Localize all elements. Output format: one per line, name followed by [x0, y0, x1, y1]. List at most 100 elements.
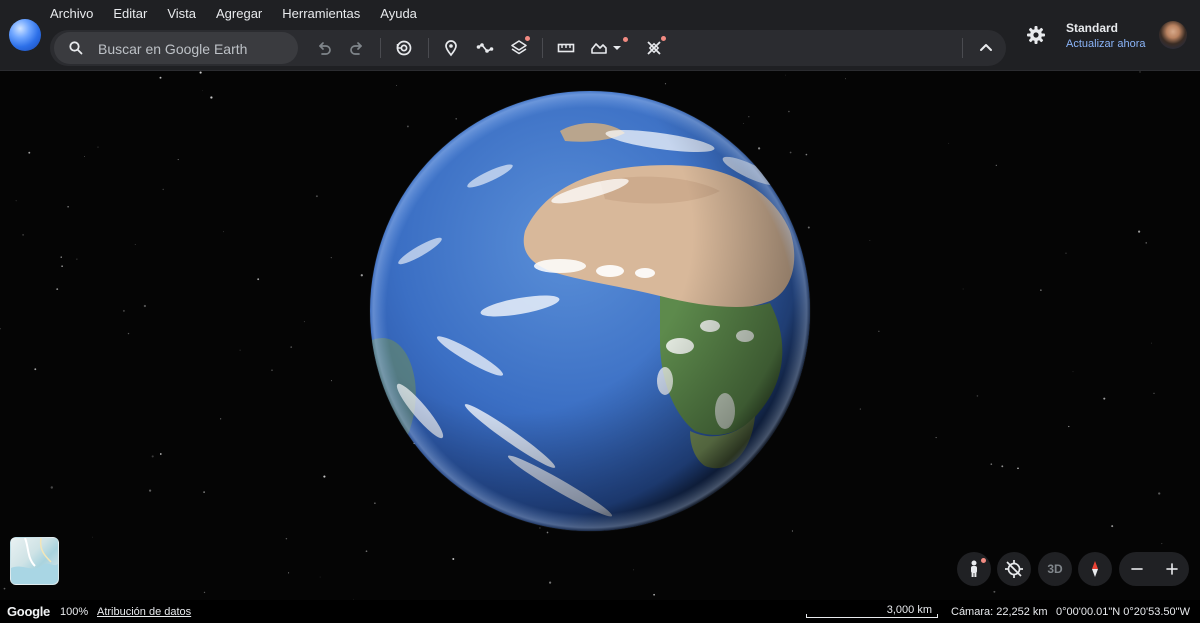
measure-button[interactable]: [552, 34, 580, 62]
star: [159, 76, 162, 79]
toolbar-divider: [962, 38, 963, 58]
star: [203, 491, 205, 493]
settings-gear-icon[interactable]: [1026, 25, 1046, 45]
map-thumbnail-icon: [11, 538, 58, 584]
star: [990, 463, 993, 465]
star: [1040, 289, 1042, 291]
map-layers-button[interactable]: [505, 34, 533, 62]
history-button[interactable]: [390, 34, 418, 62]
menu-editar[interactable]: Editar: [113, 6, 147, 22]
dropdown-icon: [613, 46, 621, 50]
google-earth-logo[interactable]: [9, 19, 41, 51]
compass-button[interactable]: [1078, 552, 1112, 586]
path-icon: [476, 43, 494, 53]
notification-dot: [623, 37, 628, 42]
star: [127, 332, 130, 335]
star: [60, 256, 62, 258]
star: [878, 330, 880, 332]
star: [976, 395, 979, 397]
star: [76, 258, 78, 260]
layers-icon: [511, 40, 527, 55]
menu-archivo[interactable]: Archivo: [50, 6, 93, 22]
star: [97, 146, 99, 148]
star: [653, 593, 655, 596]
globe-viewport[interactable]: [0, 71, 1200, 600]
star: [15, 200, 17, 202]
star: [84, 156, 85, 157]
menu-agregar[interactable]: Agregar: [216, 6, 262, 22]
toolbar-divider: [380, 38, 381, 58]
add-path-button[interactable]: [471, 34, 499, 62]
star: [330, 257, 332, 259]
star: [1111, 525, 1114, 528]
avatar[interactable]: [1159, 21, 1187, 49]
scale-bar[interactable]: 3,000 km: [806, 602, 938, 618]
plus-icon: [1165, 563, 1178, 575]
star: [1158, 492, 1161, 495]
star: [22, 234, 24, 236]
menu-ayuda[interactable]: Ayuda: [380, 6, 417, 22]
star: [365, 550, 368, 553]
notification-dot: [525, 36, 530, 41]
star: [844, 78, 846, 80]
star: [159, 453, 162, 455]
redo-button[interactable]: [343, 34, 371, 62]
toolbar-divider: [542, 38, 543, 58]
star: [633, 569, 635, 571]
star: [315, 195, 318, 198]
star: [151, 455, 154, 458]
add-placemark-button[interactable]: [437, 34, 465, 62]
undo-button[interactable]: [310, 34, 338, 62]
coordinates: 0°00'00.01"N 0°20'53.50"W: [1056, 606, 1190, 618]
zoom-out-button[interactable]: [1119, 552, 1154, 586]
star: [134, 244, 136, 245]
search-icon: [69, 41, 83, 55]
my-location-button[interactable]: [997, 552, 1031, 586]
menu-herramientas[interactable]: Herramientas: [282, 6, 360, 22]
measure-tool-button[interactable]: [640, 34, 668, 62]
star: [288, 572, 290, 574]
update-now-link[interactable]: Actualizar ahora: [1066, 38, 1146, 50]
map-style-button[interactable]: [10, 537, 59, 585]
search-input[interactable]: [96, 38, 296, 60]
star: [290, 346, 293, 348]
compass-icon: [1092, 561, 1098, 577]
star: [67, 206, 69, 208]
earth-globe[interactable]: [360, 81, 820, 541]
star: [34, 368, 37, 371]
zoom-controls: [1119, 552, 1189, 586]
star: [319, 576, 321, 578]
star: [962, 288, 964, 290]
street-view-button[interactable]: [957, 552, 991, 586]
star: [92, 536, 93, 538]
undo-icon: [319, 42, 331, 55]
plan-name: Standard: [1066, 21, 1119, 35]
location-off-icon: [1005, 560, 1023, 578]
elevation-dropdown[interactable]: [608, 34, 628, 62]
toolbar: [50, 30, 1006, 66]
notification-dot: [661, 36, 666, 41]
star: [3, 587, 6, 590]
data-attribution-link[interactable]: Atribución de datos: [97, 606, 191, 618]
star: [859, 408, 861, 410]
star: [1017, 467, 1019, 470]
star: [61, 265, 63, 267]
star: [1138, 230, 1141, 233]
menu-vista[interactable]: Vista: [167, 6, 196, 22]
star: [148, 489, 152, 492]
star: [50, 486, 53, 489]
collapse-toolbar-button[interactable]: [972, 34, 1000, 62]
star: [223, 231, 224, 233]
search-box: [54, 32, 298, 64]
star: [199, 71, 202, 74]
toggle-3d-button[interactable]: 3D: [1038, 552, 1072, 586]
elevation-icon: [591, 43, 607, 54]
star: [1001, 465, 1004, 468]
star: [122, 309, 125, 312]
zoom-in-button[interactable]: [1154, 552, 1189, 586]
star: [1151, 342, 1152, 344]
collapse-chevron-icon: [980, 44, 992, 51]
star: [1072, 371, 1074, 373]
minus-icon: [1130, 568, 1143, 570]
star: [1161, 543, 1163, 545]
